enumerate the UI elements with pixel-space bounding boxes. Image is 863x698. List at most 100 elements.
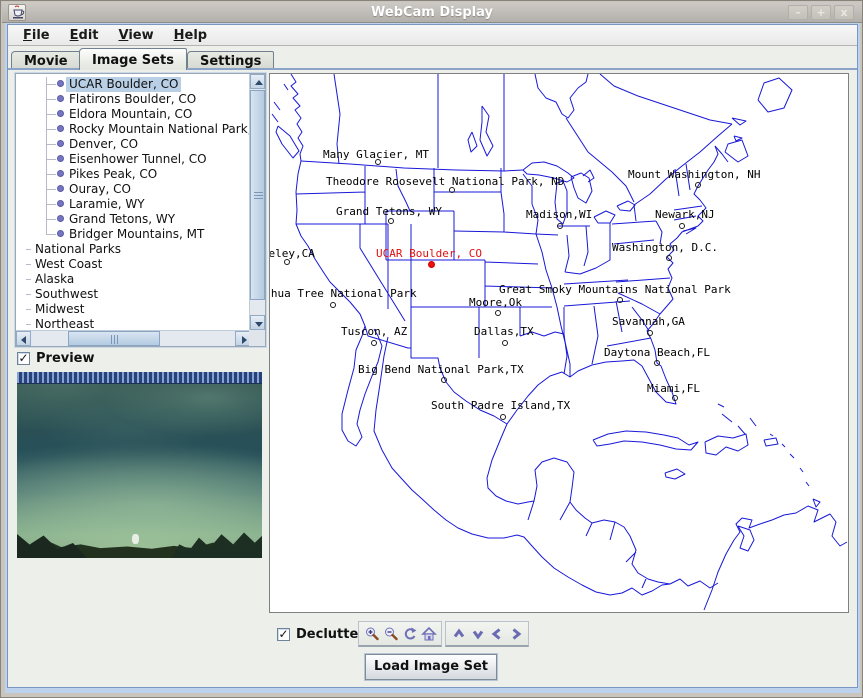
- map-station-label: Theodore Roosevelt National Park, ND: [326, 175, 564, 188]
- tree-horizontal-scrollbar[interactable]: [16, 330, 250, 346]
- scroll-down-button[interactable]: [250, 315, 265, 330]
- map-station-label: Madison,WI: [526, 208, 592, 221]
- tree-group-alaska[interactable]: Alaska: [16, 272, 250, 287]
- station-bullet-icon: [57, 140, 64, 147]
- station-label: Eisenhower Tunnel, CO: [66, 152, 210, 167]
- webcam-display-window: WebCam Display –+x FileEditViewHelp Movi…: [0, 0, 863, 698]
- tree-item-station[interactable]: Eisenhower Tunnel, CO: [16, 152, 250, 167]
- station-label: Laramie, WY: [66, 197, 148, 212]
- horizontal-scroll-thumb[interactable]: [68, 331, 160, 346]
- map-station-label: Savannah,GA: [612, 315, 685, 328]
- zoom-out-button[interactable]: [381, 624, 400, 644]
- home-view-button[interactable]: [419, 624, 438, 644]
- map-station-label: Tuscon, AZ: [341, 325, 407, 338]
- tree-item-station[interactable]: Laramie, WY: [16, 197, 250, 212]
- map-station-label: Big Bend National Park,TX: [358, 363, 524, 376]
- map-selected-station-marker: [428, 261, 435, 268]
- webcam-preview-image: [17, 372, 262, 558]
- title-bar[interactable]: WebCam Display –+x: [2, 2, 862, 23]
- map-station-marker: [330, 302, 336, 308]
- tree-item-station[interactable]: Bridger Mountains, MT: [16, 227, 250, 242]
- station-map[interactable]: Many Glacier, MTTheodore Roosevelt Natio…: [269, 73, 849, 613]
- scroll-left-button[interactable]: [16, 331, 31, 346]
- station-label: Denver, CO: [66, 137, 141, 152]
- scroll-right-button[interactable]: [235, 331, 250, 346]
- image-set-tree-panel: UCAR Boulder, COFlatirons Boulder, COEld…: [15, 73, 266, 347]
- load-image-set-button[interactable]: Load Image Set: [365, 654, 497, 680]
- declutter-checkbox[interactable]: ✓: [277, 628, 290, 641]
- close-button[interactable]: x: [834, 5, 854, 20]
- group-label: Alaska: [32, 272, 77, 287]
- pan-down-button[interactable]: [468, 624, 487, 644]
- menu-file[interactable]: File: [14, 27, 59, 44]
- menu-help[interactable]: Help: [165, 27, 216, 44]
- declutter-label: Declutter: [296, 627, 365, 642]
- tree-item-station[interactable]: Grand Tetons, WY: [16, 212, 250, 227]
- tree-item-station[interactable]: Eldora Mountain, CO: [16, 107, 250, 122]
- map-station-marker: [284, 259, 290, 265]
- menu-bar: FileEditViewHelp: [8, 25, 857, 46]
- map-station-label: Miami,FL: [647, 382, 700, 395]
- map-station-marker: [654, 360, 660, 366]
- tree-item-station[interactable]: UCAR Boulder, CO: [16, 77, 250, 92]
- pan-right-button[interactable]: [506, 624, 525, 644]
- map-station-marker: [441, 377, 447, 383]
- minimize-button[interactable]: –: [788, 5, 808, 20]
- tree-group-midwest[interactable]: Midwest: [16, 302, 250, 317]
- map-station-label: Great Smoky Mountains National Park: [499, 283, 731, 296]
- station-bullet-icon: [57, 95, 64, 102]
- station-bullet-icon: [57, 80, 64, 87]
- tab-bar: MovieImage SetsSettings: [8, 47, 857, 70]
- map-station-marker: [695, 182, 701, 188]
- map-station-marker: [449, 187, 455, 193]
- map-station-label: Berkeley,CA: [269, 247, 315, 260]
- station-bullet-icon: [57, 185, 64, 192]
- preview-checkbox[interactable]: ✓: [17, 352, 30, 365]
- tree-item-station[interactable]: Flatirons Boulder, CO: [16, 92, 250, 107]
- tree-group-national-parks[interactable]: National Parks: [16, 242, 250, 257]
- map-station-marker: [371, 340, 377, 346]
- menu-edit[interactable]: Edit: [61, 27, 108, 44]
- zoom-in-button[interactable]: [362, 624, 381, 644]
- tree-group-northeast[interactable]: Northeast: [16, 317, 250, 331]
- map-station-marker: [647, 330, 653, 336]
- group-label: Midwest: [32, 302, 87, 317]
- map-station-marker: [495, 310, 501, 316]
- tree-item-station[interactable]: Pikes Peak, CO: [16, 167, 250, 182]
- map-pan-toolbar: [445, 621, 529, 647]
- tree-group-west-coast[interactable]: West Coast: [16, 257, 250, 272]
- menu-view[interactable]: View: [110, 27, 163, 44]
- group-label: National Parks: [32, 242, 124, 257]
- map-station-label: Moore,Ok: [469, 296, 522, 309]
- station-bullet-icon: [57, 200, 64, 207]
- vertical-scroll-thumb[interactable]: [250, 90, 265, 300]
- image-set-tree[interactable]: UCAR Boulder, COFlatirons Boulder, COEld…: [16, 74, 250, 331]
- tree-item-station[interactable]: Rocky Mountain National Park, CO: [16, 122, 250, 137]
- map-station-label: Washington, D.C.: [612, 241, 718, 254]
- tree-item-station[interactable]: Ouray, CO: [16, 182, 250, 197]
- station-bullet-icon: [57, 110, 64, 117]
- station-bullet-icon: [57, 170, 64, 177]
- window-title: WebCam Display: [2, 5, 862, 20]
- map-station-marker: [617, 297, 623, 303]
- reset-view-icon-button[interactable]: [400, 624, 419, 644]
- tree-vertical-scrollbar[interactable]: [249, 74, 265, 331]
- map-station-marker: [557, 223, 563, 229]
- station-label: Grand Tetons, WY: [66, 212, 178, 227]
- tab-image-sets[interactable]: Image Sets: [79, 48, 187, 70]
- group-label: Northeast: [32, 317, 97, 331]
- map-station-label: South Padre Island,TX: [431, 399, 570, 412]
- station-label: Pikes Peak, CO: [66, 167, 160, 182]
- map-station-label: Daytona Beach,FL: [604, 346, 710, 359]
- map-station-marker: [679, 223, 685, 229]
- pan-left-button[interactable]: [487, 624, 506, 644]
- map-station-label: Joshua Tree National Park: [269, 287, 417, 300]
- station-bullet-icon: [57, 215, 64, 222]
- tree-group-southwest[interactable]: Southwest: [16, 287, 250, 302]
- station-bullet-icon: [57, 125, 64, 132]
- maximize-button[interactable]: +: [811, 5, 831, 20]
- scroll-up-button[interactable]: [250, 74, 265, 89]
- declutter-checkbox-row: ✓ Declutter: [277, 627, 365, 642]
- pan-up-button[interactable]: [449, 624, 468, 644]
- tree-item-station[interactable]: Denver, CO: [16, 137, 250, 152]
